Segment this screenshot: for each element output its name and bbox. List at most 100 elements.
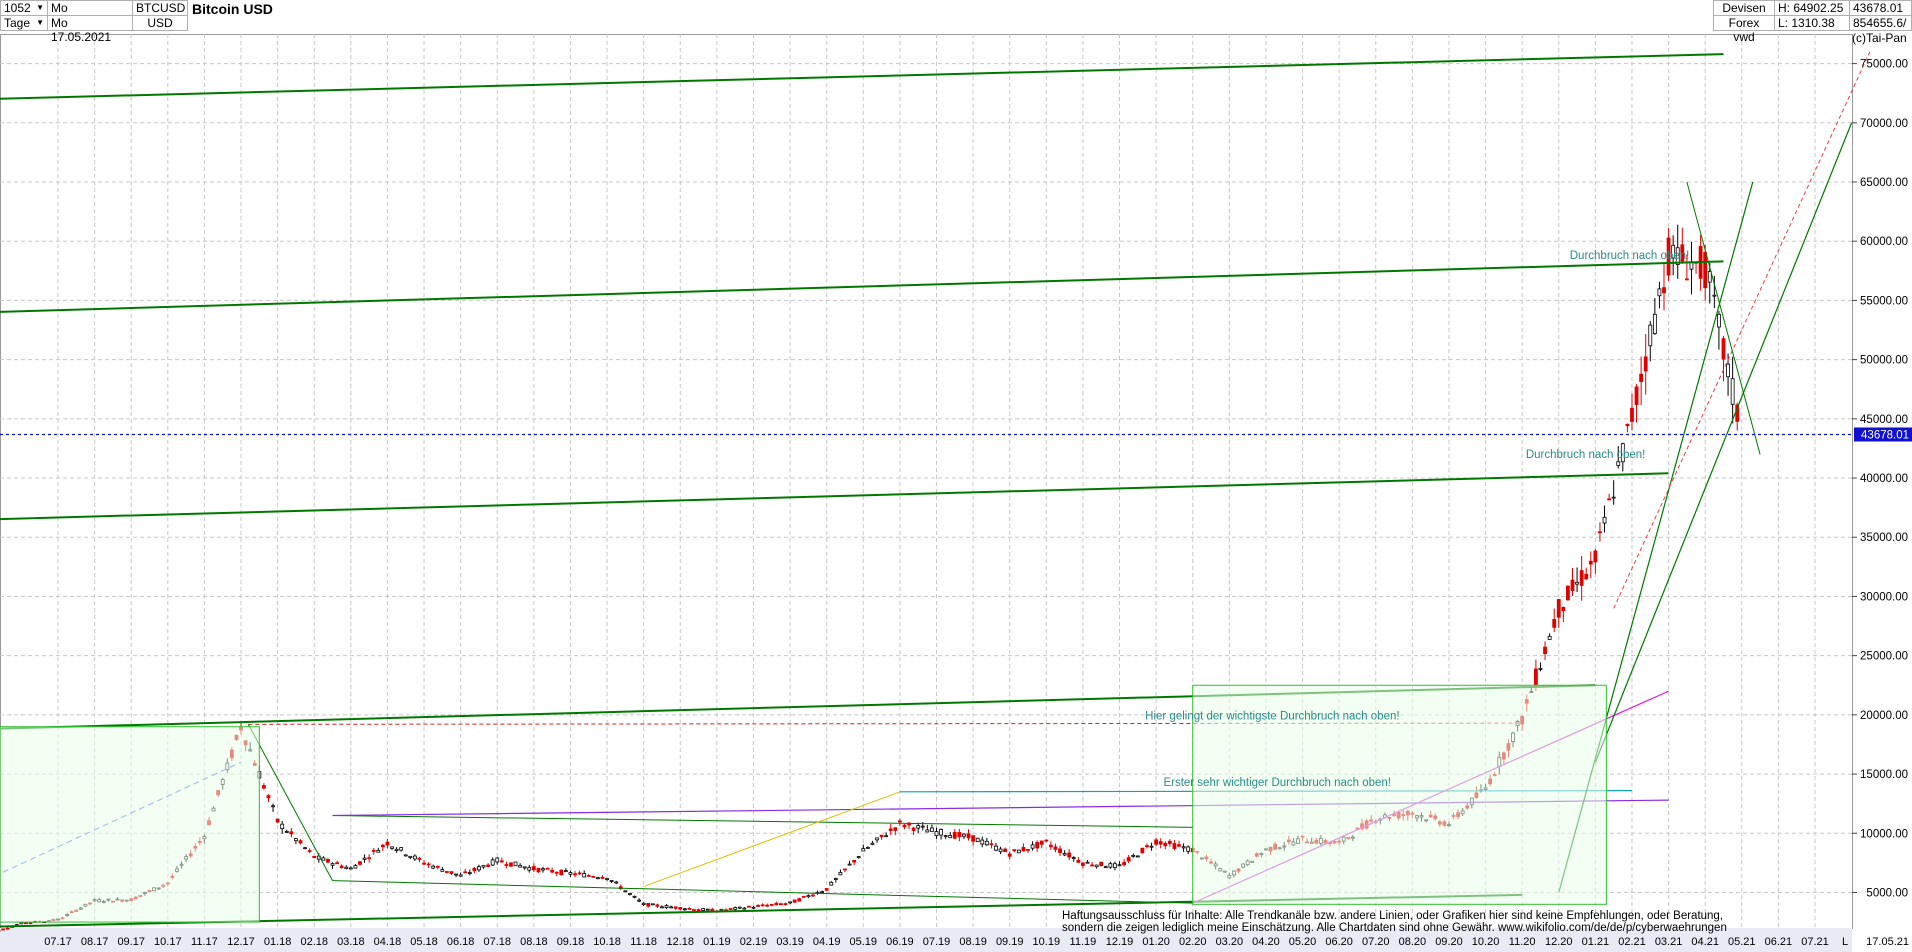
x-tick-label: 05.19: [850, 936, 878, 948]
y-tick-label: 45000.00: [1860, 414, 1908, 426]
candle-body: [1044, 839, 1049, 842]
candle-body: [1552, 619, 1557, 628]
candle-body: [765, 904, 770, 907]
candle-body: [1071, 857, 1076, 860]
candle-body: [335, 862, 340, 865]
y-tick-label: 25000.00: [1860, 651, 1908, 663]
candle-body: [939, 829, 943, 836]
candle-body: [527, 867, 532, 871]
price-chart[interactable]: 75000.00 70000.00 65000.00 60000.00 55000.00…: [0, 0, 1912, 952]
candle-body: [1163, 842, 1168, 847]
record-count-value: 1052: [4, 1, 31, 15]
candle-body: [1611, 496, 1616, 499]
x-tick-label: 07.19: [923, 936, 951, 948]
period-dropdown[interactable]: Tage ▼: [0, 15, 48, 31]
currency-label: USD: [132, 15, 188, 31]
candle-body: [1579, 570, 1584, 586]
x-tick-label: 10.19: [1033, 936, 1061, 948]
x-tick-label: 04.18: [374, 936, 402, 948]
candle-body: [756, 905, 760, 907]
candle-body: [1566, 585, 1570, 601]
candle-body: [504, 864, 509, 866]
candle-body: [19, 922, 24, 925]
candle-body: [1575, 581, 1579, 585]
candle-body: [499, 860, 504, 863]
candle-body: [678, 907, 683, 910]
date-from-field[interactable]: Mo 01.05.2017: [47, 0, 133, 29]
candle-body: [380, 844, 385, 848]
candle-body: [1172, 843, 1177, 849]
candle-body: [1602, 516, 1607, 524]
period-value: Tage: [4, 16, 31, 30]
candle-body: [518, 864, 523, 868]
candle-body: [358, 861, 362, 865]
y-tick-label: 55000.00: [1860, 295, 1908, 307]
x-tick-label: 07.17: [44, 936, 72, 948]
candle-body: [1030, 844, 1035, 849]
candle-body: [1607, 498, 1612, 501]
log-toggle-label[interactable]: L: [1842, 936, 1848, 948]
candle-body: [24, 922, 28, 925]
candle-body: [641, 902, 646, 906]
candle-body: [1657, 288, 1662, 297]
x-tick-label: 06.20: [1325, 936, 1353, 948]
candle-body: [833, 878, 838, 880]
candle-body: [783, 903, 788, 906]
x-tick-label: 11.19: [1070, 936, 1097, 948]
candle-body: [1021, 847, 1026, 852]
x-tick-label: 06.18: [447, 936, 475, 948]
record-count-dropdown[interactable]: 1052 ▼: [0, 0, 48, 16]
market-label: Devisen: [1713, 0, 1775, 16]
x-tick-label: 09.19: [996, 936, 1024, 948]
candle-body: [632, 895, 637, 898]
candle-body: [1149, 845, 1154, 848]
candle-body: [1145, 845, 1149, 848]
candle-body: [1598, 531, 1602, 534]
x-tick-label: 10.20: [1472, 936, 1500, 948]
candle-body: [650, 903, 655, 906]
y-tick-label: 50000.00: [1860, 355, 1908, 367]
candle-body: [307, 850, 312, 852]
date-to-field[interactable]: Mo 17.05.2021: [47, 15, 133, 44]
x-tick-label: 09.17: [117, 936, 145, 948]
x-tick-label: 08.18: [520, 936, 548, 948]
chart-title: Bitcoin USD: [192, 1, 273, 17]
candle-body: [952, 831, 957, 839]
candle-body: [916, 825, 921, 829]
x-tick-label: 08.17: [81, 936, 109, 948]
candle-body: [294, 838, 298, 842]
candle-body: [1538, 667, 1543, 670]
x-end-label: 17.05.21: [1866, 936, 1909, 948]
candle-body: [536, 867, 541, 873]
candle-body: [554, 871, 559, 874]
symbol-field[interactable]: BTCUSD: [132, 0, 188, 16]
x-tick-label: 04.21: [1691, 936, 1719, 948]
candle-body: [1556, 599, 1561, 618]
x-tick-label: 01.18: [264, 936, 292, 948]
candle-body: [1003, 848, 1008, 853]
annotation-label: Durchbruch nach oben!: [1570, 250, 1690, 262]
candle-body: [962, 833, 966, 837]
x-tick-label: 07.20: [1362, 936, 1390, 948]
candle-body: [394, 848, 399, 851]
y-tick-label: 40000.00: [1860, 473, 1908, 485]
candle-body: [472, 867, 477, 871]
x-tick-label: 05.20: [1289, 936, 1317, 948]
candle-body: [577, 872, 582, 875]
candle-body: [353, 865, 358, 869]
candle-body: [509, 862, 513, 867]
candle-body: [376, 850, 381, 853]
candle-body: [284, 830, 289, 833]
candle-body: [696, 909, 701, 912]
candle-body: [1035, 842, 1040, 849]
candle-body: [513, 861, 518, 867]
candle-body: [541, 868, 545, 871]
x-tick-label: 04.20: [1252, 936, 1280, 948]
candle-body: [1158, 841, 1163, 845]
candle-body: [298, 840, 303, 844]
candle-body: [408, 855, 413, 858]
candle-body: [275, 818, 280, 823]
y-tick-label: 30000.00: [1860, 591, 1908, 603]
candle-body: [1012, 849, 1017, 852]
candle-body: [586, 875, 591, 877]
